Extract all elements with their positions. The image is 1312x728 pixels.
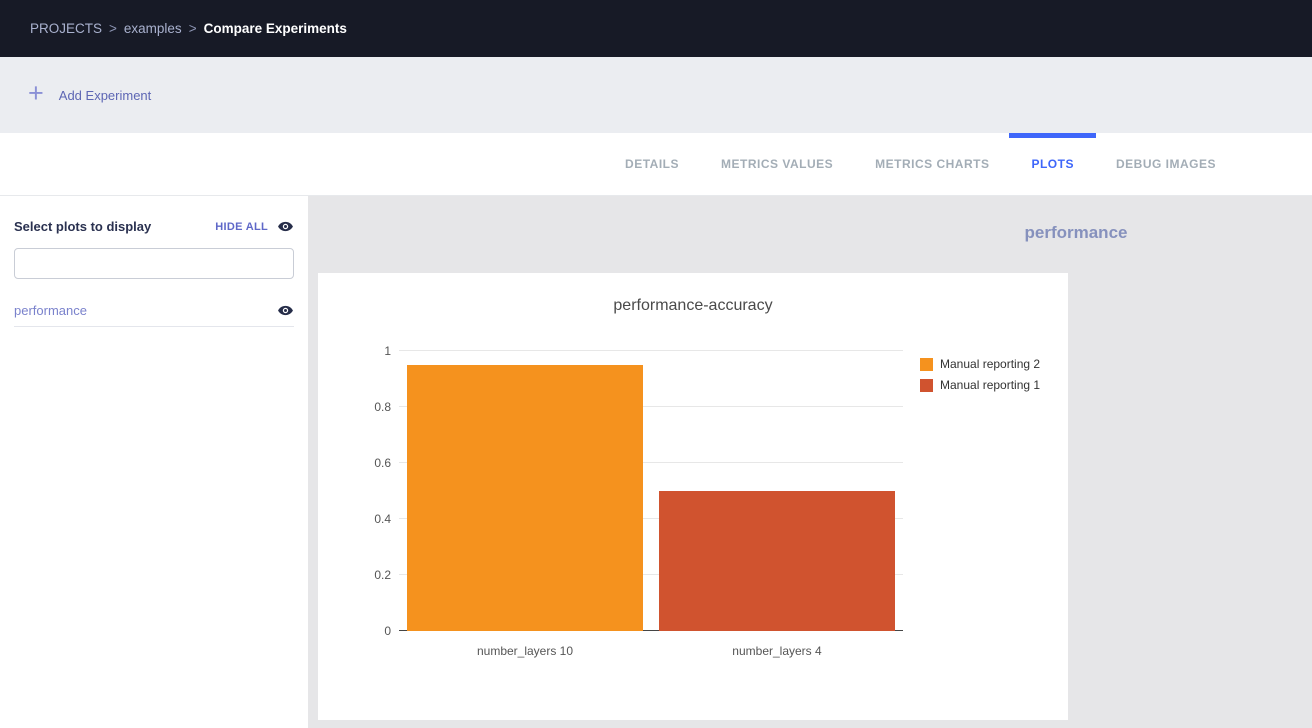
content: Select plots to display HIDE ALL perform…	[0, 196, 1312, 728]
y-tick-label: 0.6	[353, 456, 391, 470]
bar-number_layers-4[interactable]	[659, 491, 896, 631]
compare-tabs-bar: DETAILS METRICS VALUES METRICS CHARTS PLOTS…	[0, 133, 1312, 196]
bar-slot	[399, 351, 651, 631]
add-experiment-label: Add Experiment	[59, 88, 152, 103]
tab-debug-images[interactable]: DEBUG IMAGES	[1116, 133, 1216, 195]
plot-list: performance	[0, 294, 308, 327]
plot-list-item-performance[interactable]: performance	[14, 294, 294, 327]
bar-number_layers-10[interactable]	[407, 365, 644, 631]
y-tick-label: 0.2	[353, 568, 391, 582]
bar-chart: 00.20.40.60.81number_layers 10number_lay…	[399, 351, 903, 631]
breadcrumb-separator: >	[189, 21, 197, 36]
bar-slot	[651, 351, 903, 631]
tabs: DETAILS METRICS VALUES METRICS CHARTS PLOTS…	[625, 133, 1216, 195]
sidebar-title: Select plots to display	[14, 219, 151, 234]
tab-metrics-values[interactable]: METRICS VALUES	[721, 133, 833, 195]
x-tick-label: number_layers 10	[399, 644, 651, 658]
legend-item[interactable]: Manual reporting 1	[920, 378, 1040, 392]
legend-label: Manual reporting 1	[940, 378, 1040, 392]
hide-all-label: HIDE ALL	[215, 221, 268, 233]
y-tick-label: 1	[353, 344, 391, 358]
breadcrumb-current-page: Compare Experiments	[204, 21, 347, 36]
hide-all-button[interactable]: HIDE ALL	[215, 218, 294, 235]
eye-icon[interactable]	[277, 218, 294, 235]
plot-group-title: performance	[1025, 223, 1128, 242]
plot-item-label: performance	[14, 303, 87, 318]
sidebar-header: Select plots to display HIDE ALL	[0, 218, 308, 235]
app-root: PROJECTS > examples > Compare Experiment…	[0, 0, 1312, 728]
breadcrumb: PROJECTS > examples > Compare Experiment…	[0, 0, 1312, 57]
tab-details[interactable]: DETAILS	[625, 133, 679, 195]
add-experiment-button[interactable]: + Add Experiment	[28, 83, 151, 107]
plot-group-header: performance	[308, 196, 1312, 243]
y-tick-label: 0.4	[353, 512, 391, 526]
visibility-eye-icon[interactable]	[277, 302, 294, 319]
y-tick-label: 0	[353, 624, 391, 638]
add-experiment-bar: + Add Experiment	[0, 57, 1312, 133]
plots-panel: performance performance-accuracy 00.20.4…	[308, 196, 1312, 728]
plot-search-input[interactable]	[14, 248, 294, 279]
chart-legend: Manual reporting 2 Manual reporting 1	[920, 357, 1040, 399]
tab-plots[interactable]: PLOTS	[1031, 133, 1074, 195]
active-tab-indicator	[1009, 133, 1096, 138]
y-tick-label: 0.8	[353, 400, 391, 414]
legend-label: Manual reporting 2	[940, 357, 1040, 371]
x-tick-label: number_layers 4	[651, 644, 903, 658]
plus-icon: +	[28, 80, 44, 107]
legend-swatch	[920, 358, 933, 371]
plot-card: performance-accuracy 00.20.40.60.81numbe…	[318, 273, 1068, 720]
legend-item[interactable]: Manual reporting 2	[920, 357, 1040, 371]
chart-title: performance-accuracy	[318, 297, 1068, 315]
plot-selector-sidebar: Select plots to display HIDE ALL perform…	[0, 196, 308, 728]
breadcrumb-project-examples[interactable]: examples	[124, 21, 182, 36]
breadcrumb-separator: >	[109, 21, 117, 36]
breadcrumb-projects[interactable]: PROJECTS	[30, 21, 102, 36]
legend-swatch	[920, 379, 933, 392]
tab-metrics-charts[interactable]: METRICS CHARTS	[875, 133, 989, 195]
